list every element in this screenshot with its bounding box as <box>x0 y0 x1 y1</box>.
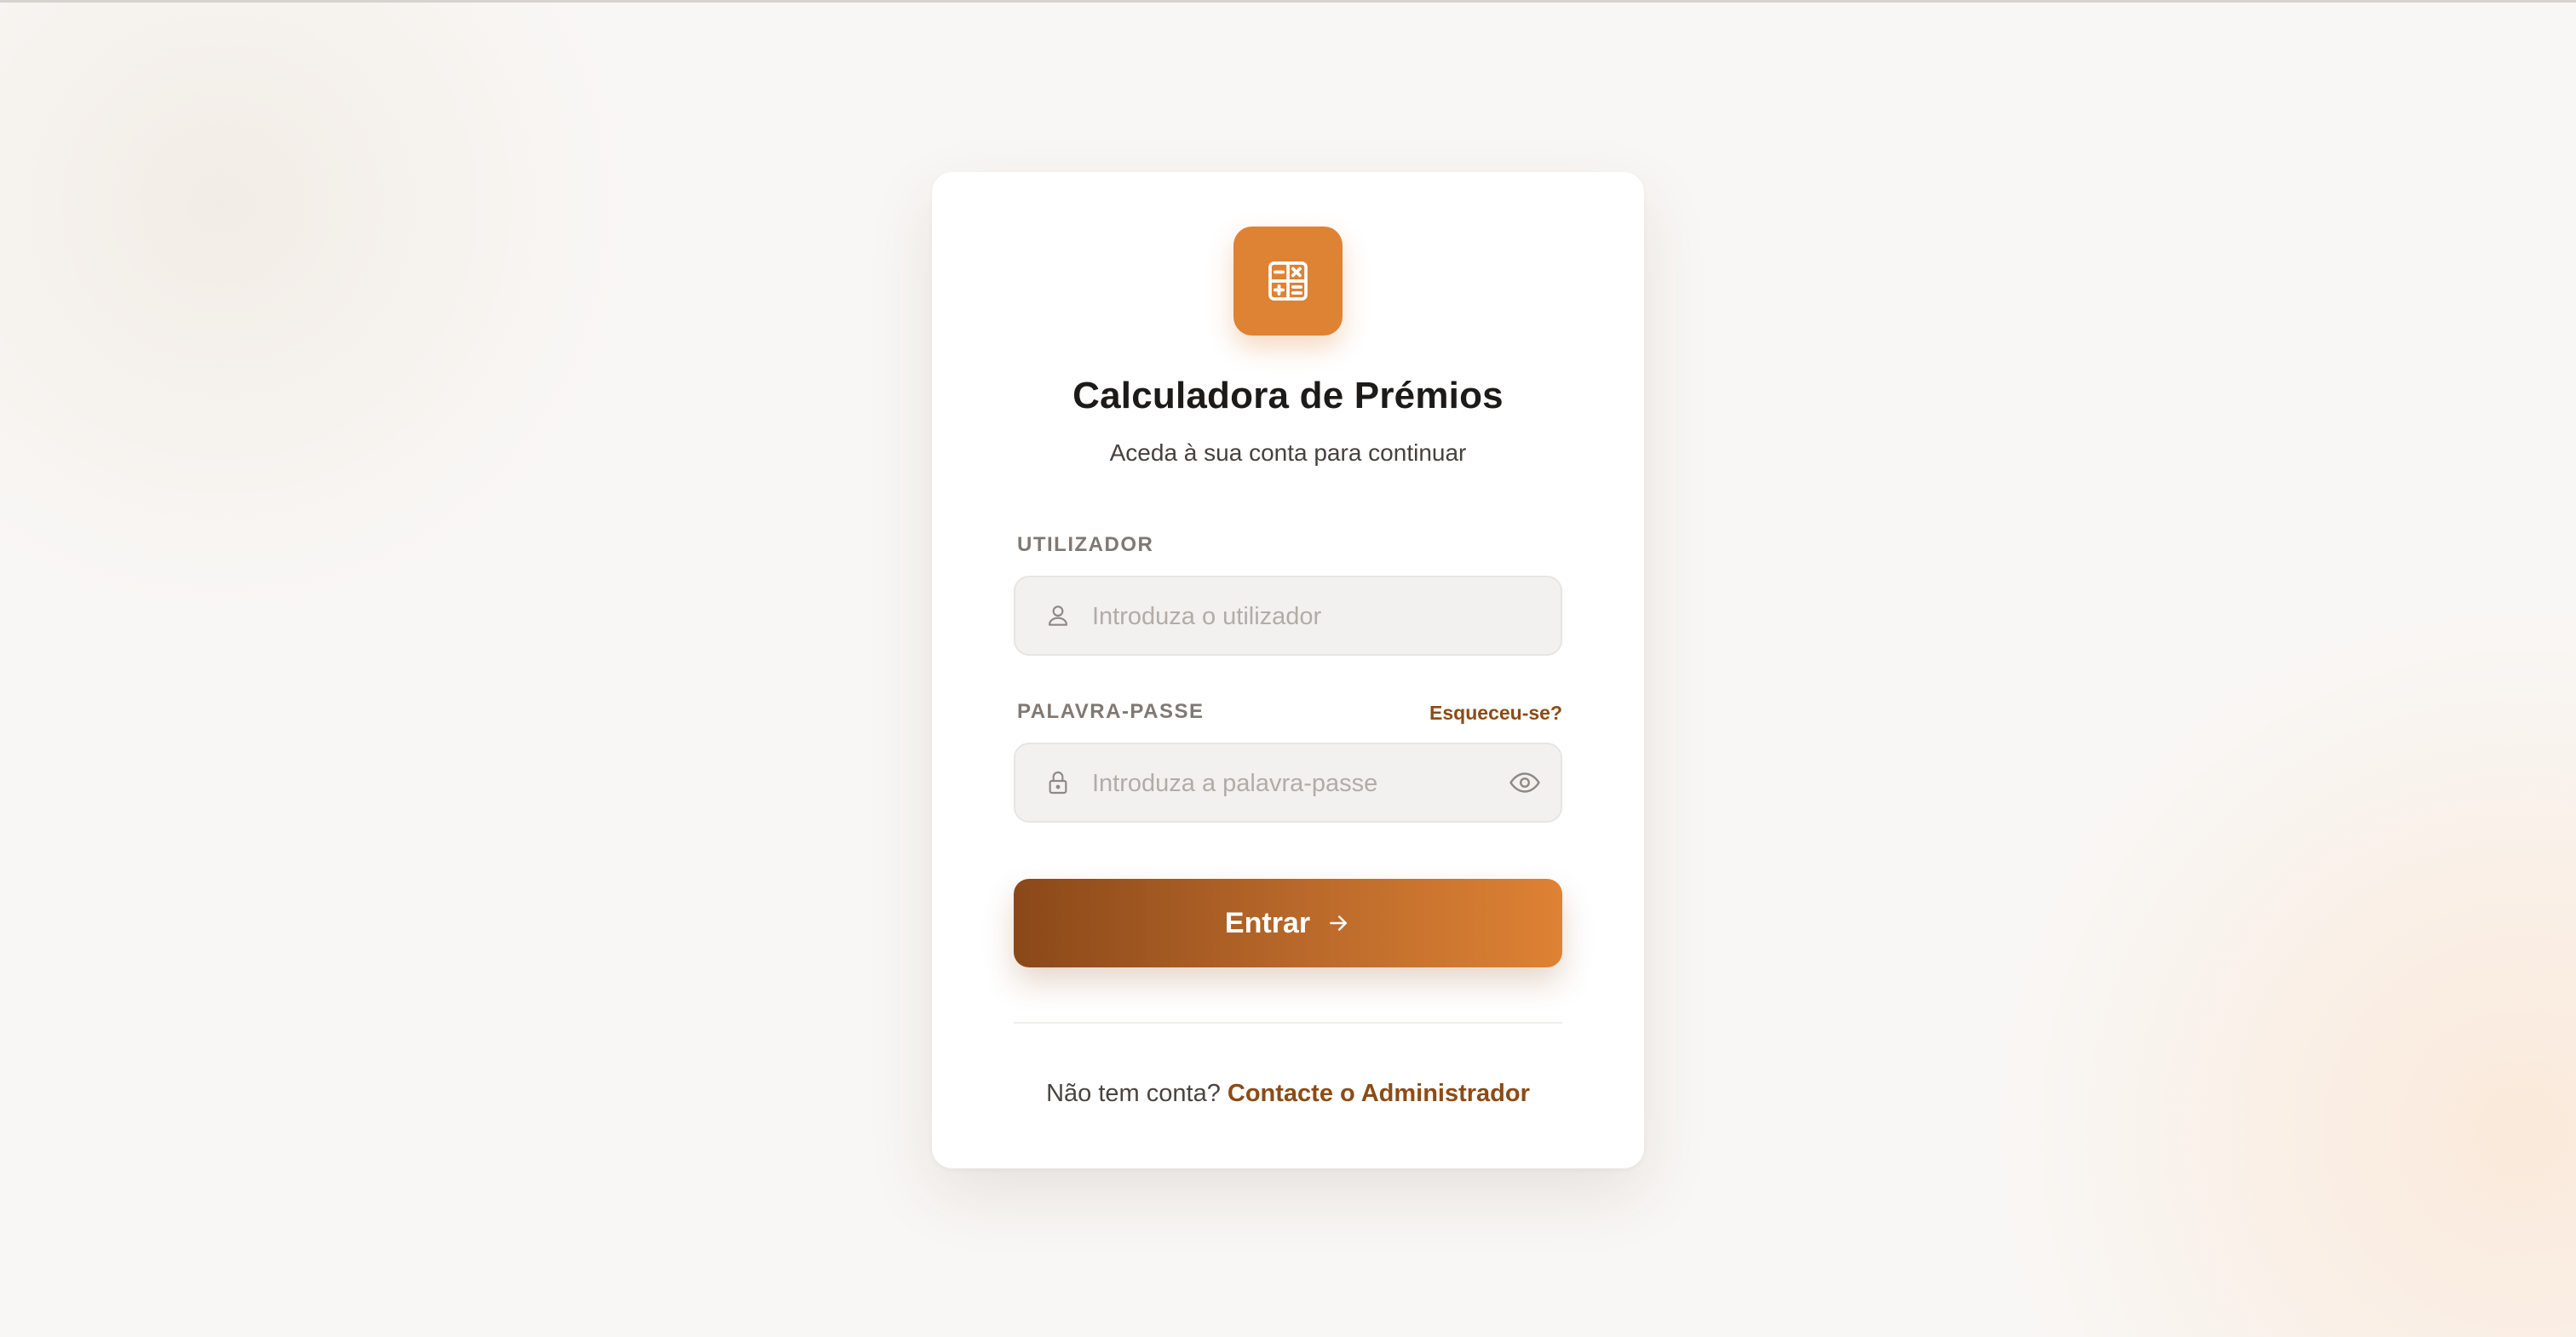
window-top-border <box>0 0 2576 3</box>
login-card: Calculadora de Prémios Aceda à sua conta… <box>932 172 1644 1168</box>
login-button-label: Entrar <box>1224 906 1311 939</box>
contact-admin-link[interactable]: Contacte o Administrador <box>1228 1080 1530 1107</box>
page-subtitle: Aceda à sua conta para continuar <box>1109 439 1467 466</box>
arrow-right-icon <box>1330 915 1348 931</box>
footer-prompt: Não tem conta? <box>1046 1080 1221 1107</box>
divider <box>1014 1022 1562 1024</box>
password-field[interactable] <box>1014 743 1562 823</box>
page-title: Calculadora de Prémios <box>1072 375 1504 416</box>
forgot-password-link[interactable]: Esqueceu-se? <box>1429 702 1562 725</box>
app-logo <box>1233 227 1343 336</box>
user-icon <box>1048 605 1068 626</box>
calculator-icon <box>1268 261 1308 301</box>
password-input[interactable] <box>1090 744 1486 823</box>
username-label: UTILIZADOR <box>1017 533 1154 556</box>
login-button[interactable]: Entrar <box>1014 879 1562 967</box>
lock-icon <box>1049 772 1067 795</box>
username-input[interactable] <box>1090 577 1486 656</box>
eye-icon[interactable] <box>1508 767 1542 798</box>
username-field[interactable] <box>1014 576 1562 656</box>
password-label: PALAVRA-PASSE <box>1017 700 1205 723</box>
footer: Não tem conta? Contacte o Administrador <box>932 1080 1644 1108</box>
